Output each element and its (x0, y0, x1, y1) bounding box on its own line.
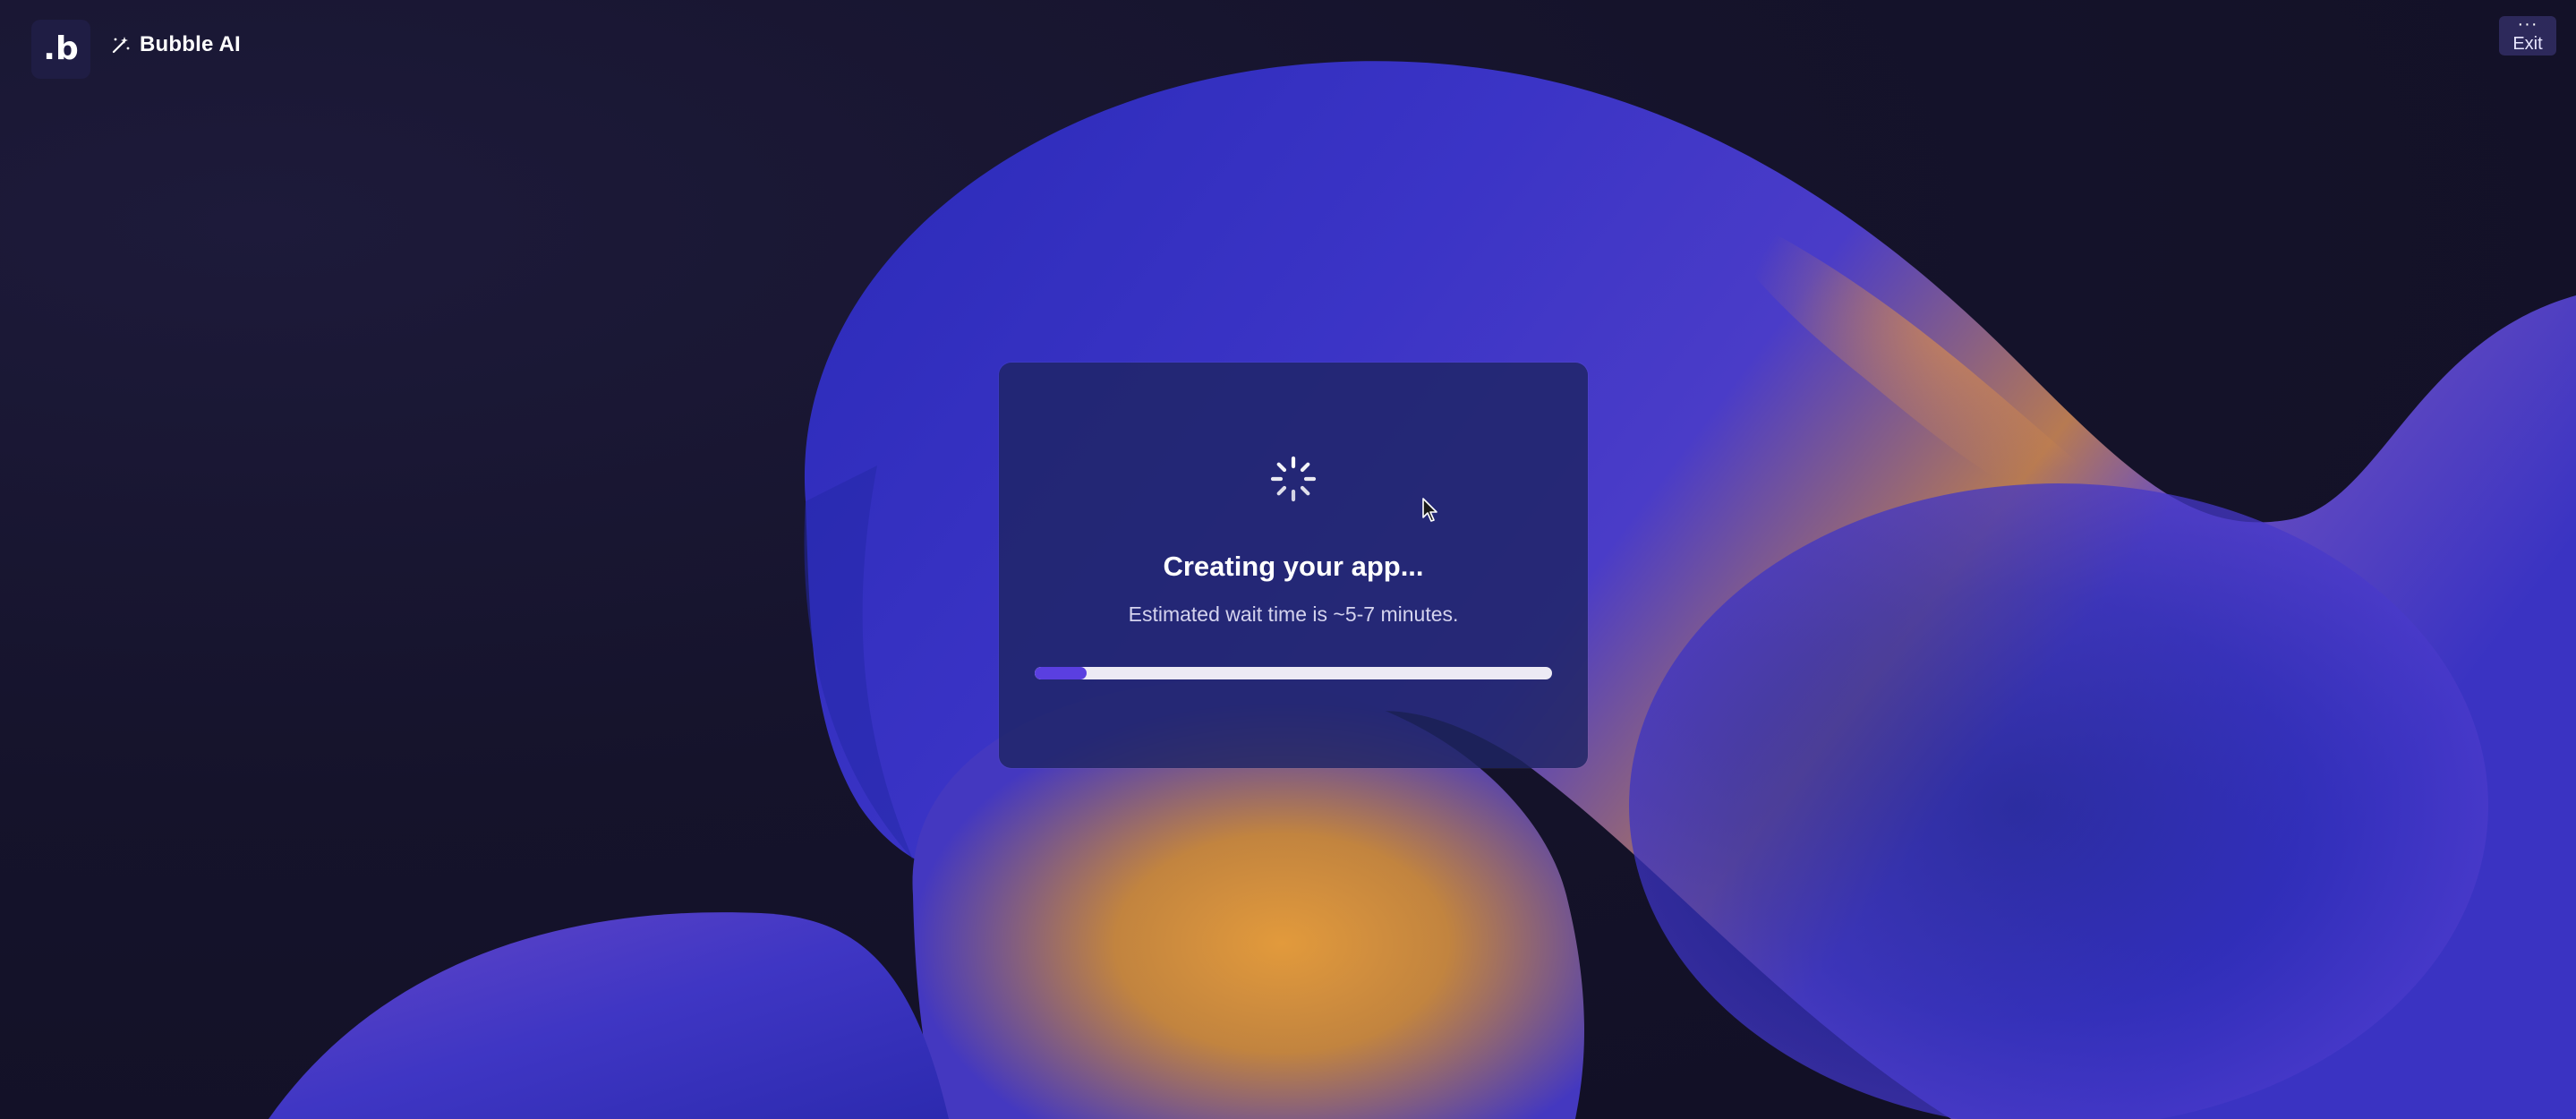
loading-title: Creating your app... (1163, 551, 1424, 582)
logo-text: .b (43, 30, 79, 67)
wait-time-text: Estimated wait time is ~5-7 minutes. (1128, 602, 1459, 626)
brand-label: Bubble AI (140, 32, 241, 56)
bubble-logo[interactable]: .b (31, 20, 90, 79)
exit-button[interactable]: ··· Exit (2499, 15, 2556, 56)
loading-screen: .b Bubble AI ··· Exit Creating your app.… (0, 0, 2576, 1119)
loading-spinner-icon (1270, 456, 1317, 502)
more-dots-icon[interactable]: ··· (2499, 15, 2556, 33)
loading-card: Creating your app... Estimated wait time… (999, 363, 1588, 768)
mouse-cursor-icon (1422, 498, 1437, 522)
progress-fill (1035, 667, 1087, 679)
exit-label: Exit (2512, 34, 2543, 54)
bubble-ai-brand: Bubble AI (111, 32, 241, 57)
magic-wand-icon (112, 37, 130, 54)
progress-bar (1035, 667, 1552, 679)
